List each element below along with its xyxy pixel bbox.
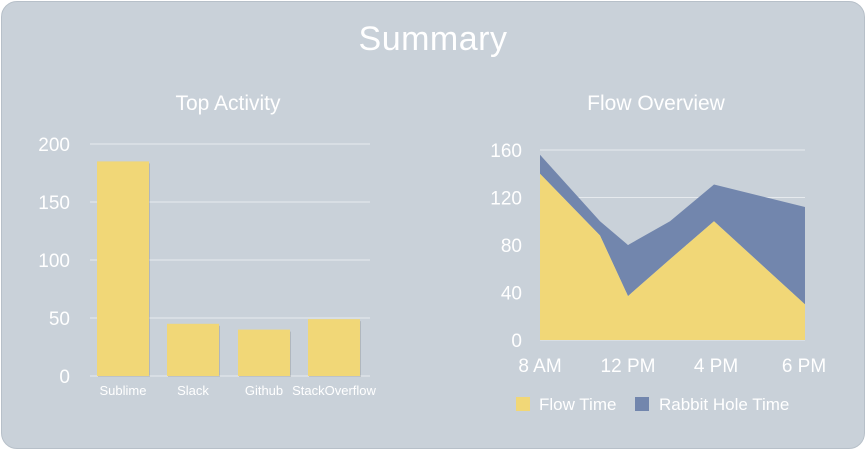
- legend-swatch-flow-time: [516, 397, 530, 411]
- area-y-tick-label: 0: [511, 331, 522, 352]
- area-x-tick-label: 12 PM: [601, 356, 656, 377]
- bar-sublime: [97, 161, 149, 376]
- top-activity-chart: Top Activity 0 50 100 150 200 Sublime Slack Gith…: [38, 92, 376, 398]
- bar-y-tick-label: 150: [38, 193, 70, 214]
- legend-label-rabbit-hole-time: Rabbit Hole Time: [659, 395, 789, 414]
- area-y-tick-label: 40: [501, 284, 522, 305]
- bar-category-label: Sublime: [100, 383, 147, 398]
- bar-category-label: Slack: [177, 383, 209, 398]
- legend-label-flow-time: Flow Time: [539, 395, 616, 414]
- area-x-tick-label: 8 AM: [518, 356, 561, 377]
- charts-canvas: Top Activity 0 50 100 150 200 Sublime Slack Gith…: [38, 92, 826, 414]
- flow-overview-chart: Flow Overview 0 40 80 120 160 8 AM 12 PM 4 PM 6 P…: [490, 92, 826, 414]
- area-x-tick-label: 6 PM: [782, 356, 826, 377]
- bar-y-tick-label: 0: [59, 367, 70, 388]
- flow-overview-title: Flow Overview: [587, 92, 726, 115]
- bar-stackoverflow: [308, 319, 360, 376]
- area-y-tick-label: 80: [501, 236, 522, 257]
- bar-y-tick-label: 200: [38, 135, 70, 156]
- bar-y-tick-label: 100: [38, 251, 70, 272]
- area-y-tick-label: 120: [490, 189, 522, 210]
- top-activity-title: Top Activity: [175, 92, 281, 115]
- legend-swatch-rabbit-hole-time: [635, 397, 649, 411]
- area-y-tick-label: 160: [490, 141, 522, 162]
- bar-category-label: StackOverflow: [292, 383, 376, 398]
- bar-github: [238, 329, 290, 376]
- bar-y-tick-label: 50: [49, 309, 70, 330]
- bar-category-label: Github: [245, 383, 283, 398]
- bar-slack: [167, 323, 219, 376]
- area-x-tick-label: 4 PM: [694, 356, 738, 377]
